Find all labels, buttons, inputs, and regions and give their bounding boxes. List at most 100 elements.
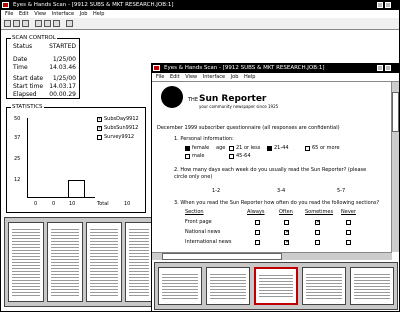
menu-interface[interactable]: Interface — [52, 11, 74, 17]
page-thumbnail[interactable] — [350, 267, 394, 305]
masthead-the: THE — [188, 97, 198, 103]
q3-checkbox[interactable] — [255, 240, 260, 245]
chart-x-axis — [27, 197, 95, 198]
q3-header: Never — [341, 209, 356, 215]
open-icon[interactable] — [13, 20, 20, 27]
elapsed-value: 00.00.29 — [49, 91, 76, 98]
date-label: Date — [13, 56, 28, 63]
y-tick: 37 — [14, 135, 21, 141]
q3-checkbox[interactable] — [255, 230, 260, 235]
save-icon[interactable] — [22, 20, 29, 27]
y-tick: 12 — [14, 177, 21, 183]
masthead: Sun Reporter — [199, 94, 267, 104]
scan-control-title: SCAN CONTROL — [11, 35, 57, 42]
q3-checkbox[interactable]: ✕ — [315, 220, 320, 225]
front-window: Eyes & Hands Scan - [9912 SUBS & MKT RES… — [151, 63, 400, 312]
opt-female: female — [192, 145, 210, 151]
front-menubar: File Edit View Interface Job Help — [152, 73, 399, 82]
page-thumbnail[interactable] — [206, 267, 250, 305]
sun-logo-icon — [161, 86, 183, 108]
menu-file[interactable]: File — [156, 74, 164, 80]
q3-checkbox[interactable]: ✕ — [284, 230, 289, 235]
menu-job[interactable]: Job — [80, 11, 88, 17]
help-icon[interactable] — [66, 20, 73, 27]
q3-checkbox[interactable] — [315, 240, 320, 245]
q3-checkbox[interactable]: ✕ — [284, 240, 289, 245]
system-menu-icon[interactable] — [2, 2, 9, 8]
start-date-value: 1/25/00 — [52, 75, 76, 82]
minimize-icon[interactable] — [377, 65, 383, 71]
time-value: 14.03.46 — [49, 64, 76, 71]
minimize-icon[interactable] — [377, 2, 383, 8]
maximize-icon[interactable] — [385, 2, 391, 8]
female-checkbox[interactable] — [185, 146, 190, 151]
date-value: 1/25/00 — [52, 56, 76, 63]
menu-edit[interactable]: Edit — [19, 11, 29, 17]
back-window-title: Eyes & Hands Scan - [9912 SUBS & MKT RES… — [13, 2, 174, 8]
x-tick: Total — [97, 201, 109, 207]
front-window-titlebar[interactable]: Eyes & Hands Scan - [9912 SUBS & MKT RES… — [152, 64, 399, 73]
system-menu-icon[interactable] — [153, 65, 160, 71]
y-tick: 50 — [14, 116, 21, 122]
opt-age: age — [216, 145, 226, 151]
page-thumbnail[interactable] — [8, 222, 44, 302]
intro-text: December 1999 subscriber questionnaire (… — [157, 125, 340, 131]
legend-checkbox[interactable] — [97, 135, 102, 140]
scrollbar-thumb[interactable] — [162, 253, 282, 260]
vertical-scrollbar[interactable] — [391, 82, 399, 252]
page-thumbnail[interactable] — [47, 222, 83, 302]
x-tick: 10 — [124, 201, 131, 207]
q3-checkbox[interactable] — [315, 230, 320, 235]
chart-y-axis — [27, 118, 28, 198]
male-checkbox[interactable] — [185, 154, 190, 159]
maximize-icon[interactable] — [385, 65, 391, 71]
page-thumbnail[interactable] — [86, 222, 122, 302]
status-label: Status — [13, 43, 33, 50]
legend-item: SubsDay9912 — [104, 116, 139, 122]
horizontal-scrollbar[interactable] — [152, 252, 392, 260]
age-checkbox[interactable] — [267, 146, 272, 151]
page-thumbnail[interactable] — [302, 267, 346, 305]
pause-icon[interactable] — [53, 20, 60, 27]
scan-control-group: SCAN CONTROL Status STARTED Date 1/25/00… — [6, 35, 80, 99]
scanned-form: THE Sun Reporter your community newspape… — [152, 82, 392, 252]
q3-checkbox[interactable] — [346, 240, 351, 245]
page-thumbnail[interactable] — [125, 222, 153, 302]
age-checkbox[interactable] — [229, 146, 234, 151]
opt-age-range: 45-64 — [236, 153, 251, 159]
menu-interface[interactable]: Interface — [203, 74, 225, 80]
q3-header: Sometimes — [305, 209, 334, 215]
new-icon[interactable] — [4, 20, 11, 27]
q2-option: 1-2 — [212, 188, 221, 194]
q2-option: 3-4 — [277, 188, 286, 194]
back-window-titlebar[interactable]: Eyes & Hands Scan - [9912 SUBS & MKT RES… — [1, 1, 399, 10]
q3-checkbox[interactable] — [346, 220, 351, 225]
stop-icon[interactable] — [44, 20, 51, 27]
age-checkbox[interactable] — [305, 146, 310, 151]
legend-checkbox[interactable]: ✓ — [97, 126, 102, 131]
page-thumbnail[interactable] — [158, 267, 202, 305]
tagline: your community newspaper since 1925 — [199, 104, 279, 109]
back-toolbar — [1, 18, 399, 30]
menu-help[interactable]: Help — [93, 11, 104, 17]
menu-view[interactable]: View — [34, 11, 46, 17]
y-tick: 25 — [14, 156, 21, 162]
scrollbar-thumb[interactable] — [392, 92, 399, 132]
start-time-label: Start time — [13, 83, 44, 90]
menu-help[interactable]: Help — [244, 74, 255, 80]
menu-file[interactable]: File — [5, 11, 13, 17]
page-thumbnail-selected[interactable] — [254, 267, 298, 305]
q3-checkbox[interactable] — [346, 230, 351, 235]
front-window-title: Eyes & Hands Scan - [9912 SUBS & MKT RES… — [164, 65, 325, 71]
status-value: STARTED — [49, 43, 76, 50]
menu-job[interactable]: Job — [231, 74, 239, 80]
image-strip — [4, 217, 154, 307]
legend-checkbox[interactable]: ✓ — [97, 117, 102, 122]
age-checkbox[interactable] — [229, 154, 234, 159]
q3-checkbox[interactable] — [255, 220, 260, 225]
menu-edit[interactable]: Edit — [170, 74, 180, 80]
menu-view[interactable]: View — [185, 74, 197, 80]
q2-option: 5-7 — [337, 188, 346, 194]
start-icon[interactable] — [35, 20, 42, 27]
q3-checkbox[interactable] — [284, 220, 289, 225]
